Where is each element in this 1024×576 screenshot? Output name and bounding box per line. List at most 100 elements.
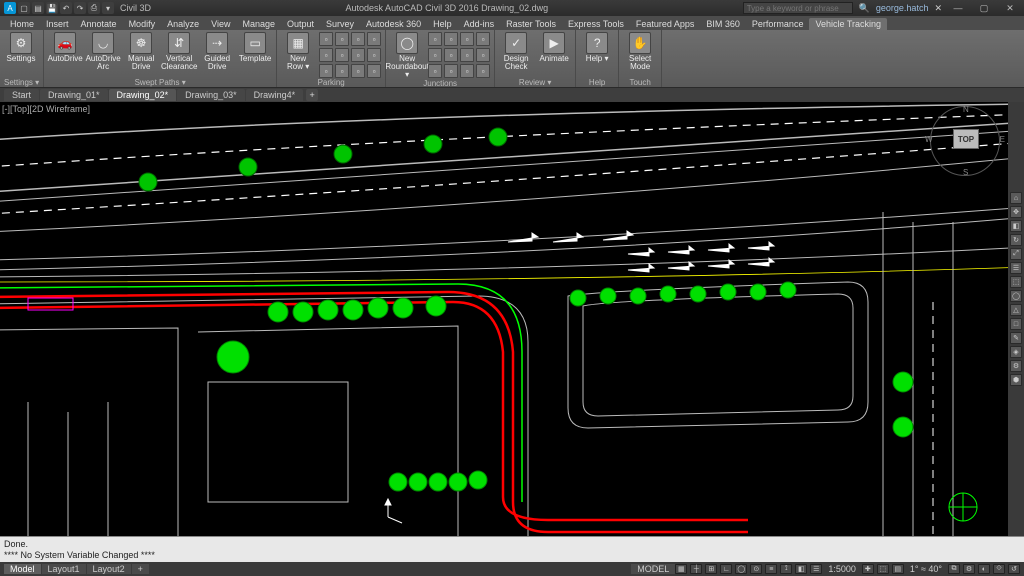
autodrive-button[interactable]: 🚗AutoDrive — [48, 32, 82, 77]
help-button[interactable]: ?Help ▾ — [580, 32, 614, 77]
tab-output[interactable]: Output — [281, 18, 320, 30]
new-drawing-tab-icon[interactable]: + — [306, 89, 318, 101]
search-input[interactable] — [743, 2, 853, 14]
template-button[interactable]: ▭Template — [238, 32, 272, 77]
tab-vehicle-tracking[interactable]: Vehicle Tracking — [809, 18, 887, 30]
status-toggle-icon[interactable]: ☰ — [810, 564, 822, 574]
status-toggle-osnap-icon[interactable]: ⊙ — [750, 564, 762, 574]
nav-tool-icon[interactable]: △ — [1010, 304, 1022, 316]
parking-tool-icon[interactable]: ▫ — [319, 32, 333, 46]
nav-pan-icon[interactable]: ✥ — [1010, 206, 1022, 218]
minimize-icon[interactable]: — — [948, 2, 968, 14]
user-label[interactable]: george.hatch — [876, 3, 929, 13]
nav-home-icon[interactable]: ⌂ — [1010, 192, 1022, 204]
qat-open-icon[interactable]: ▤ — [32, 2, 44, 14]
junction-tool-icon[interactable]: ▫ — [444, 64, 458, 78]
drawing-viewport[interactable]: [-][Top][2D Wireframe] — [0, 102, 1024, 536]
status-customize-icon[interactable]: ↺ — [1008, 564, 1020, 574]
status-toggle-icon[interactable]: ⟐ — [993, 564, 1005, 574]
viewcube-w[interactable]: W — [925, 135, 933, 144]
status-toggle-icon[interactable]: ▤ — [892, 564, 904, 574]
tab-addins[interactable]: Add-ins — [458, 18, 501, 30]
nav-tool-icon[interactable]: ✎ — [1010, 332, 1022, 344]
panel-label-settings[interactable]: Settings ▾ — [4, 77, 39, 87]
drawing-tab[interactable]: Drawing4* — [246, 89, 304, 101]
status-model[interactable]: MODEL — [631, 564, 675, 574]
status-toggle-icon[interactable]: ≡ — [765, 564, 777, 574]
autodrive-arc-button[interactable]: ◡AutoDrive Arc — [86, 32, 120, 77]
panel-label-swept[interactable]: Swept Paths ▾ — [48, 77, 272, 87]
tab-analyze[interactable]: Analyze — [161, 18, 205, 30]
parking-tool-icon[interactable]: ▫ — [319, 64, 333, 78]
junction-tool-icon[interactable]: ▫ — [476, 48, 490, 62]
qat-new-icon[interactable]: ▢ — [18, 2, 30, 14]
nav-tool-icon[interactable]: □ — [1010, 318, 1022, 330]
status-toggle-icon[interactable]: ⚙ — [963, 564, 975, 574]
search-icon[interactable]: 🔍 — [859, 3, 870, 14]
layout-tab-model[interactable]: Model — [4, 564, 41, 574]
status-toggle-icon[interactable]: ◐ — [978, 564, 990, 574]
status-toggle-polar-icon[interactable]: ◯ — [735, 564, 747, 574]
tab-annotate[interactable]: Annotate — [75, 18, 123, 30]
drawing-tab[interactable]: Drawing_01* — [40, 89, 108, 101]
manual-drive-button[interactable]: ☸Manual Drive — [124, 32, 158, 77]
parking-tool-icon[interactable]: ▫ — [367, 32, 381, 46]
viewcube-n[interactable]: N — [963, 105, 969, 114]
layout-tab[interactable]: Layout1 — [42, 564, 86, 574]
nav-tool-icon[interactable]: ⤢ — [1010, 248, 1022, 260]
junction-tool-icon[interactable]: ▫ — [444, 32, 458, 46]
status-toggle-grid-icon[interactable]: ▦ — [675, 564, 687, 574]
tab-performance[interactable]: Performance — [746, 18, 810, 30]
junction-tool-icon[interactable]: ▫ — [428, 64, 442, 78]
qat-plot-icon[interactable]: ⎙ — [88, 2, 100, 14]
junction-tool-icon[interactable]: ▫ — [444, 48, 458, 62]
parking-tool-icon[interactable]: ▫ — [351, 64, 365, 78]
status-toggle-icon[interactable]: ◧ — [795, 564, 807, 574]
tab-home[interactable]: Home — [4, 18, 40, 30]
tab-a360[interactable]: Autodesk 360 — [360, 18, 427, 30]
animate-button[interactable]: ▶Animate — [537, 32, 571, 77]
junction-tool-icon[interactable]: ▫ — [460, 48, 474, 62]
settings-button[interactable]: ⚙Settings — [4, 32, 38, 77]
nav-tool-icon[interactable]: ◈ — [1010, 346, 1022, 358]
tab-raster[interactable]: Raster Tools — [500, 18, 562, 30]
status-scale[interactable]: 1:5000 — [822, 564, 862, 574]
viewcube-s[interactable]: S — [963, 168, 968, 177]
parking-tool-icon[interactable]: ▫ — [335, 32, 349, 46]
status-toggle-snap-icon[interactable]: ┼ — [690, 564, 702, 574]
viewcube-e[interactable]: E — [1000, 135, 1005, 144]
junction-tool-icon[interactable]: ▫ — [460, 64, 474, 78]
app-menu-icon[interactable]: A — [4, 2, 16, 14]
viewcube-face[interactable]: TOP — [953, 129, 979, 149]
status-toggle-icon[interactable]: ⧉ — [948, 564, 960, 574]
tab-featured[interactable]: Featured Apps — [630, 18, 701, 30]
status-toggle-icon[interactable]: ⊞ — [705, 564, 717, 574]
parking-tool-icon[interactable]: ▫ — [367, 48, 381, 62]
tab-express[interactable]: Express Tools — [562, 18, 630, 30]
parking-tool-icon[interactable]: ▫ — [351, 48, 365, 62]
nav-tool-icon[interactable]: ⚙ — [1010, 360, 1022, 372]
new-roundabout-button[interactable]: ◯New Roundabout ▾ — [390, 32, 424, 79]
guided-drive-button[interactable]: ⇢Guided Drive — [200, 32, 234, 77]
select-mode-button[interactable]: ✋Select Mode — [623, 32, 657, 77]
parking-tool-icon[interactable]: ▫ — [335, 48, 349, 62]
parking-tool-icon[interactable]: ▫ — [335, 64, 349, 78]
drawing-tab[interactable]: Drawing_02* — [109, 89, 177, 101]
junction-tool-icon[interactable]: ▫ — [428, 32, 442, 46]
panel-label-review[interactable]: Review ▾ — [499, 77, 571, 87]
junction-tool-icon[interactable]: ▫ — [428, 48, 442, 62]
drawing-tab-start[interactable]: Start — [4, 89, 39, 101]
viewport-label[interactable]: [-][Top][2D Wireframe] — [2, 104, 90, 114]
parking-tool-icon[interactable]: ▫ — [351, 32, 365, 46]
maximize-icon[interactable]: ▢ — [974, 2, 994, 14]
status-toggle-icon[interactable]: ⬚ — [877, 564, 889, 574]
new-row-button[interactable]: ▦New Row ▾ — [281, 32, 315, 78]
tab-insert[interactable]: Insert — [40, 18, 75, 30]
design-check-button[interactable]: ✓Design Check — [499, 32, 533, 77]
tab-help[interactable]: Help — [427, 18, 458, 30]
status-angle[interactable]: 1° ≈ 40° — [904, 564, 948, 574]
status-toggle-icon[interactable]: ⟟ — [780, 564, 792, 574]
nav-orbit-icon[interactable]: ↻ — [1010, 234, 1022, 246]
qat-save-icon[interactable]: 💾 — [46, 2, 58, 14]
layout-tab[interactable]: Layout2 — [87, 564, 131, 574]
